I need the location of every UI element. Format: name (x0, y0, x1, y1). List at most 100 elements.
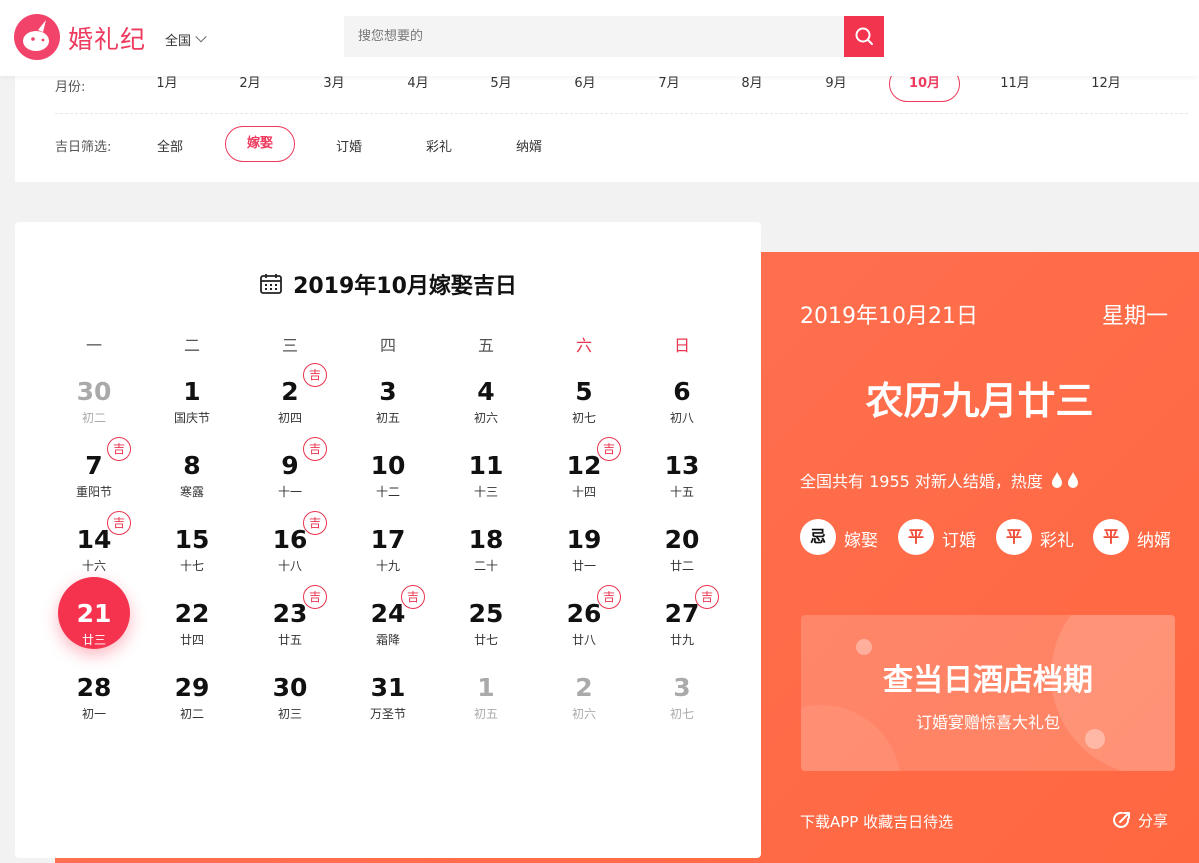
hotel-schedule-promo[interactable]: 查当日酒店档期 订婚宴赠惊喜大礼包 (801, 615, 1175, 771)
tag-badge-ji: 忌 (800, 519, 836, 555)
calendar-day[interactable]: 1 国庆节 (152, 377, 232, 439)
month-filter-label: 月份: (55, 80, 86, 95)
calendar-day[interactable]: 2 初四吉 (250, 363, 330, 439)
calendar-day[interactable]: 17 十九 (348, 525, 428, 587)
calendar-day[interactable]: 5 初七 (544, 377, 624, 439)
filter-panel: 月份: 1月 2月 3月 4月 5月 6月 7月 8月 9月 10月 11月 1… (15, 60, 1199, 182)
lunar-day: 初八 (669, 411, 694, 425)
logo-icon[interactable] (14, 14, 60, 60)
month-12[interactable]: 12月 (1076, 76, 1136, 92)
search-button[interactable] (844, 16, 884, 57)
month-11[interactable]: 11月 (985, 76, 1045, 92)
calendar-day[interactable]: 2 初六 (544, 673, 624, 735)
day-number: 18 (468, 525, 504, 554)
day-number: 29 (174, 673, 210, 702)
month-2[interactable]: 2月 (220, 76, 280, 92)
lunar-day: 初一 (81, 707, 106, 721)
share-label: 分享 (1138, 812, 1169, 830)
calendar-day[interactable]: 6 初八 (642, 377, 722, 439)
calendar-day[interactable]: 30 初二 (54, 377, 134, 439)
calendar-day[interactable]: 3 初七 (642, 673, 722, 735)
lunar-day: 重阳节 (75, 485, 112, 499)
day-number: 5 (575, 377, 593, 406)
auspicious-badge: 吉 (597, 585, 621, 609)
weekday-thu: 四 (379, 336, 396, 355)
month-7[interactable]: 7月 (639, 76, 699, 92)
calendar-day[interactable]: 22 廿四 (152, 599, 232, 661)
calendar-day[interactable]: 20 廿二 (642, 525, 722, 587)
month-8[interactable]: 8月 (722, 76, 782, 92)
lunar-day: 初六 (473, 411, 498, 425)
month-6[interactable]: 6月 (555, 76, 615, 92)
calendar-day[interactable]: 12 十四吉 (544, 437, 624, 513)
day-number: 8 (183, 451, 201, 480)
calendar-day[interactable]: 11 十三 (446, 451, 526, 513)
lunar-day: 廿二 (669, 559, 694, 573)
type-dinghun[interactable]: 订婚 (319, 136, 379, 155)
region-label: 全国 (165, 34, 192, 49)
calendar-day[interactable]: 1 初五 (446, 673, 526, 735)
calendar-day[interactable]: 13 十五 (642, 451, 722, 513)
calendar-day[interactable]: 29 初二 (152, 673, 232, 735)
calendar-day[interactable]: 10 十二 (348, 451, 428, 513)
month-5[interactable]: 5月 (471, 76, 531, 92)
month-9[interactable]: 9月 (806, 76, 866, 92)
day-number: 6 (673, 377, 691, 406)
day-number: 30 (76, 377, 112, 406)
calendar-day[interactable]: 7 重阳节吉 (54, 437, 134, 513)
calendar-day[interactable]: 4 初六 (446, 377, 526, 439)
calendar-day[interactable]: 18 二十 (446, 525, 526, 587)
lunar-day: 廿五 (277, 633, 302, 647)
lunar-day: 初六 (571, 707, 596, 721)
share-button[interactable]: 分享 (1112, 810, 1168, 831)
download-app-link[interactable]: 下载APP 收藏吉日待选 (800, 811, 953, 832)
tag-label: 彩礼 (1040, 531, 1074, 551)
lunar-day: 十八 (277, 559, 302, 573)
calendar-title: 2019年10月嫁娶吉日 (15, 268, 761, 300)
flame-icon (1049, 471, 1081, 493)
search-input[interactable] (344, 16, 844, 57)
calendar-day[interactable]: 3 初五 (348, 377, 428, 439)
day-number: 3 (379, 377, 397, 406)
tag-label: 纳婿 (1137, 531, 1171, 551)
day-number: 15 (174, 525, 210, 554)
lunar-day: 国庆节 (173, 411, 210, 425)
calendar-day[interactable]: 15 十七 (152, 525, 232, 587)
month-4[interactable]: 4月 (388, 76, 448, 92)
type-caili[interactable]: 彩礼 (409, 136, 469, 155)
calendar-day[interactable]: 8 寒露 (152, 451, 232, 513)
lunar-day: 廿九 (669, 633, 694, 647)
auspicious-badge: 吉 (107, 511, 131, 535)
brand-name[interactable]: 婚礼纪 (68, 20, 146, 56)
calendar-day[interactable]: 19 廿一 (544, 525, 624, 587)
month-3[interactable]: 3月 (304, 76, 364, 92)
type-naxu[interactable]: 纳婿 (499, 136, 559, 155)
lunar-day: 寒露 (179, 485, 204, 499)
region-selector[interactable]: 全国 (165, 30, 207, 49)
calendar-day[interactable]: 16 十八吉 (250, 511, 330, 587)
type-jiaqu-active[interactable]: 嫁娶 (225, 126, 295, 162)
type-all[interactable]: 全部 (140, 136, 200, 155)
calendar-day[interactable]: 9 十一吉 (250, 437, 330, 513)
calendar-day-selected[interactable]: 21 廿三 (54, 577, 134, 661)
calendar-day[interactable]: 30 初三 (250, 673, 330, 735)
day-number: 31 (370, 673, 406, 702)
day-number: 30 (272, 673, 308, 702)
day-number: 25 (468, 599, 504, 628)
calendar-day[interactable]: 27 廿九吉 (642, 585, 722, 661)
calendar-day[interactable]: 24 霜降吉 (348, 585, 428, 661)
header: 婚礼纪 全国 (0, 0, 1199, 76)
lunar-day: 初三 (277, 707, 302, 721)
month-1[interactable]: 1月 (137, 76, 197, 92)
calendar-day[interactable]: 25 廿七 (446, 599, 526, 661)
lunar-day: 廿一 (571, 559, 596, 573)
calendar-day[interactable]: 28 初一 (54, 673, 134, 735)
calendar-day[interactable]: 26 廿八吉 (544, 585, 624, 661)
wedding-count-text: 全国共有 1955 对新人结婚，热度 (800, 472, 1043, 491)
calendar-day[interactable]: 31 万圣节 (348, 673, 428, 735)
lunar-day: 初五 (375, 411, 400, 425)
lunar-day: 初七 (669, 707, 694, 721)
lunar-day: 廿八 (571, 633, 596, 647)
lunar-day: 初五 (473, 707, 498, 721)
calendar-day[interactable]: 23 廿五吉 (250, 585, 330, 661)
